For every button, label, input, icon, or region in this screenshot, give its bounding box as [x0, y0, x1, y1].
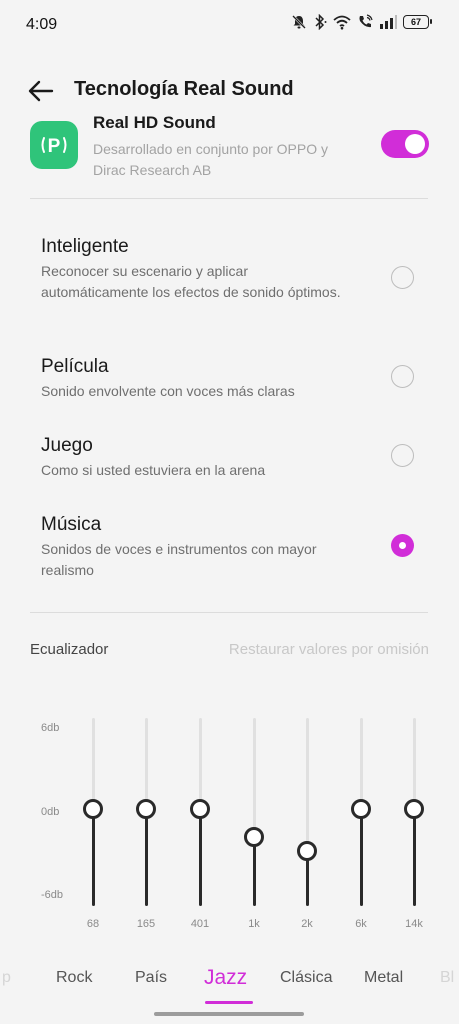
signal-icon [379, 15, 397, 29]
toggle-knob [405, 134, 425, 154]
eq-freq-label-1k: 1k [248, 918, 260, 930]
home-indicator[interactable] [154, 1012, 304, 1016]
mode-title-pelicula: Película [41, 356, 109, 377]
eq-freq-label-2k: 2k [301, 918, 313, 930]
bluetooth-icon [313, 14, 327, 30]
mode-title-musica: Música [41, 514, 102, 535]
db-label-zero: 0db [41, 806, 60, 818]
eq-knob-14k[interactable] [404, 799, 424, 819]
radio-pelicula[interactable] [391, 365, 414, 388]
active-preset-indicator [205, 1001, 253, 1004]
eq-freq-label-68: 68 [86, 918, 100, 930]
db-label-max: 6db [41, 722, 60, 734]
db-label-min: -6db [41, 889, 64, 901]
mode-title-inteligente: Inteligente [41, 236, 129, 257]
eq-freq-label-165: 165 [136, 918, 156, 930]
page-title: Tecnología Real Sound [74, 78, 294, 100]
mode-description-juego: Como si usted estuviera en la arena [41, 462, 266, 478]
eq-fill-1k [252, 837, 256, 906]
eq-fill-68 [91, 809, 95, 906]
preset-partial-right[interactable]: Bl [440, 969, 454, 987]
eq-freq-label-14k: 14k [405, 918, 423, 930]
real-hd-app-icon: P [30, 121, 78, 169]
mode-title-juego: Juego [41, 435, 93, 456]
preset-pais[interactable]: País [135, 969, 167, 987]
preset-clasica[interactable]: Clásica [280, 969, 332, 987]
status-icons: 67 [291, 14, 432, 30]
status-time: 4:09 [26, 16, 58, 33]
wifi-call-icon [357, 14, 373, 30]
mute-icon [291, 14, 307, 30]
real-hd-toggle[interactable] [381, 130, 429, 158]
radio-inteligente[interactable] [391, 266, 414, 289]
eq-fill-6k [359, 809, 363, 906]
arrow-left-icon [28, 80, 54, 102]
eq-fill-165 [144, 809, 148, 906]
eq-freq-label-401: 401 [190, 918, 210, 930]
equalizer-label: Ecualizador [30, 641, 109, 658]
wifi-icon [333, 14, 351, 30]
preset-metal[interactable]: Metal [364, 969, 403, 987]
back-button[interactable] [26, 76, 56, 106]
divider [30, 612, 428, 613]
eq-freq-label-6k: 6k [355, 918, 367, 930]
app-icon-letter: P [48, 136, 61, 157]
preset-rock[interactable]: Rock [56, 969, 92, 987]
real-hd-description: Desarrollado en conjunto por OPPO y Dira… [93, 141, 329, 178]
eq-fill-14k [412, 809, 416, 906]
divider [30, 198, 428, 199]
mode-description-pelicula: Sonido envolvente con voces más claras [41, 383, 295, 399]
battery-icon: 67 [403, 15, 432, 29]
eq-knob-2k[interactable] [297, 841, 317, 861]
reset-defaults-button[interactable]: Restaurar valores por omisión [229, 641, 429, 658]
eq-knob-68[interactable] [83, 799, 103, 819]
eq-knob-1k[interactable] [244, 827, 264, 847]
mode-description-musica: Sonidos de voces e instrumentos con mayo… [41, 541, 317, 578]
eq-knob-165[interactable] [136, 799, 156, 819]
eq-knob-6k[interactable] [351, 799, 371, 819]
eq-fill-401 [198, 809, 202, 906]
mode-description-inteligente: Reconocer su escenario y aplicar automát… [41, 263, 341, 300]
eq-knob-401[interactable] [190, 799, 210, 819]
preset-jazz[interactable]: Jazz [204, 966, 247, 990]
preset-partial-left[interactable]: p [2, 969, 11, 987]
radio-musica[interactable] [391, 534, 414, 557]
radio-juego[interactable] [391, 444, 414, 467]
real-hd-title: Real HD Sound [93, 116, 216, 130]
